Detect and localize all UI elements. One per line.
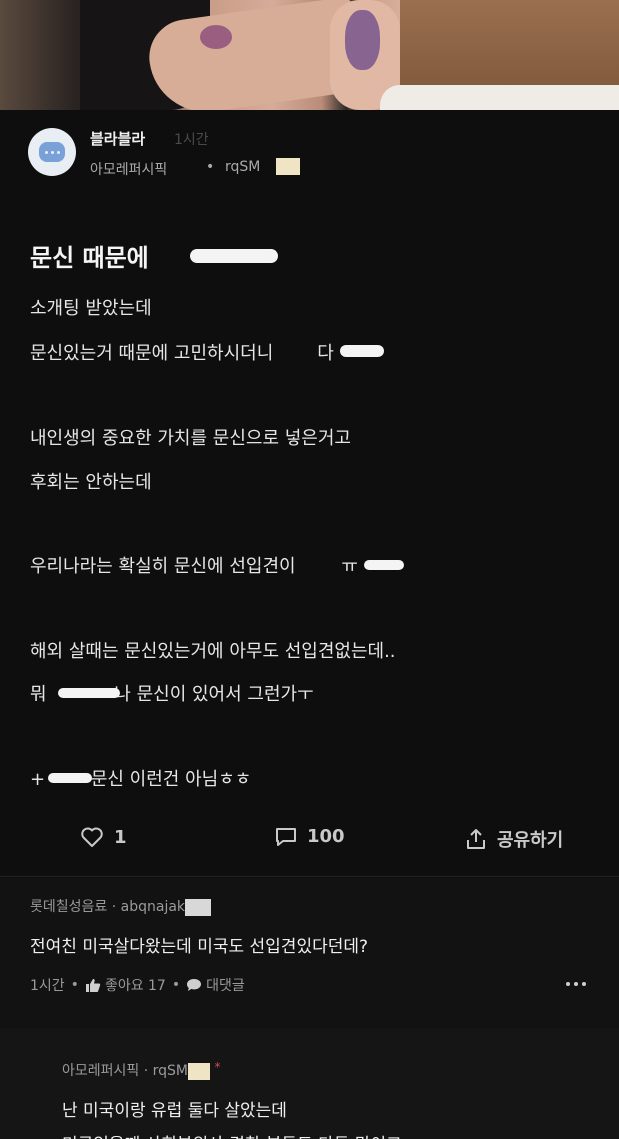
- share-icon: [467, 829, 485, 849]
- heart-icon: [81, 827, 103, 847]
- reply-thread: 아모레퍼시픽 · rqSM * 난 미국이랑 유럽 둘다 살았는데 미국있을때 …: [0, 1028, 619, 1139]
- comment-time: 1시간: [30, 978, 65, 994]
- like-count: 1: [114, 826, 127, 848]
- like-button[interactable]: 1: [80, 826, 127, 848]
- separator-dot: •: [70, 977, 79, 993]
- post-actions: 1 100 공유하기: [0, 820, 619, 856]
- post-title: 문신 때문에: [30, 244, 149, 272]
- comment-author[interactable]: 롯데칠성음료 · abqnajak: [30, 896, 212, 916]
- more-dots-icon[interactable]: [566, 982, 586, 986]
- comment-icon: [276, 827, 296, 846]
- reply: 아모레퍼시픽 · rqSM * 난 미국이랑 유럽 둘다 살았는데 미국있을때 …: [0, 1028, 619, 1139]
- redaction-scribble: [364, 560, 404, 570]
- comment-like-label: 좋아요 17: [104, 978, 166, 994]
- speech-bubble-icon: [187, 979, 202, 991]
- separator-dot: •: [171, 977, 181, 993]
- author-name[interactable]: 블라블라: [90, 128, 145, 149]
- post-time: 1시간: [174, 132, 209, 148]
- post-body-line: 문신있는거 때문에 고민하시더니 다: [30, 343, 334, 364]
- comment-footer: 1시간 • 좋아요 17 • 대댓글: [30, 975, 245, 995]
- post-body-line: 후회는 안하는데: [30, 472, 152, 493]
- redaction-box: [188, 1062, 211, 1080]
- redaction-scribble: [190, 249, 278, 263]
- redaction-scribble: [340, 345, 384, 357]
- redaction-box: [276, 158, 300, 175]
- author-id: rqSM: [225, 159, 261, 175]
- avatar[interactable]: [28, 128, 76, 176]
- divider: [0, 876, 619, 877]
- comment-text: 전여친 미국살다왔는데 미국도 선입견있다던데?: [30, 937, 369, 957]
- redaction-box: [185, 898, 212, 916]
- author-company[interactable]: 아모레퍼시픽: [90, 159, 167, 179]
- comment-button[interactable]: 100: [275, 826, 345, 847]
- redaction-scribble: [58, 688, 120, 698]
- reply-author[interactable]: 아모레퍼시픽 · rqSM *: [62, 1060, 220, 1080]
- chat-bubble-icon: [39, 142, 65, 162]
- comment-count: 100: [307, 826, 345, 847]
- post-body-line: 해외 살때는 문신있는거에 아무도 선입견없는데..: [30, 641, 396, 662]
- comment-user-id: abqnajak: [120, 899, 186, 915]
- image-tattoo: [345, 10, 380, 70]
- post-image[interactable]: [0, 0, 619, 110]
- comment: 롯데칠성음료 · abqnajak 전여친 미국살다왔는데 미국도 선입견있다던…: [0, 878, 619, 1028]
- reply-user-id: rqSM: [152, 1063, 189, 1079]
- post-body-line: 내인생의 중요한 가치를 문신으로 넣은거고: [30, 428, 351, 449]
- post-body-line: 소개팅 받았는데: [30, 298, 152, 319]
- comment-reply-button[interactable]: 대댓글: [186, 975, 245, 995]
- reply-text: 난 미국이랑 유럽 둘다 살았는데: [62, 1101, 287, 1121]
- comment-company: 롯데칠성음료: [30, 899, 108, 915]
- separator-dot: ·: [143, 1063, 149, 1079]
- image-table: [380, 85, 619, 110]
- comment-reply-label: 대댓글: [206, 978, 245, 994]
- separator-dot: ·: [111, 899, 117, 915]
- post-author[interactable]: 블라블라 1시간 아모레퍼시픽 • rqSM: [28, 128, 300, 178]
- comment-like-button[interactable]: 좋아요 17: [85, 975, 166, 995]
- post-body-line: 우리나라는 확실히 문신에 선입견이 ㅠ: [30, 556, 358, 577]
- reply-text: 미국있을때 사회분위사 경찰 분들도 다들 많이고: [62, 1130, 402, 1139]
- share-button[interactable]: 공유하기: [465, 826, 563, 852]
- reply-company: 아모레퍼시픽: [62, 1063, 140, 1079]
- thumbs-up-icon: [85, 978, 101, 992]
- image-tattoo: [200, 25, 232, 49]
- share-label: 공유하기: [497, 830, 564, 851]
- redaction-scribble: [48, 773, 92, 783]
- author-mark: *: [214, 1060, 221, 1074]
- separator-dot: •: [206, 159, 215, 175]
